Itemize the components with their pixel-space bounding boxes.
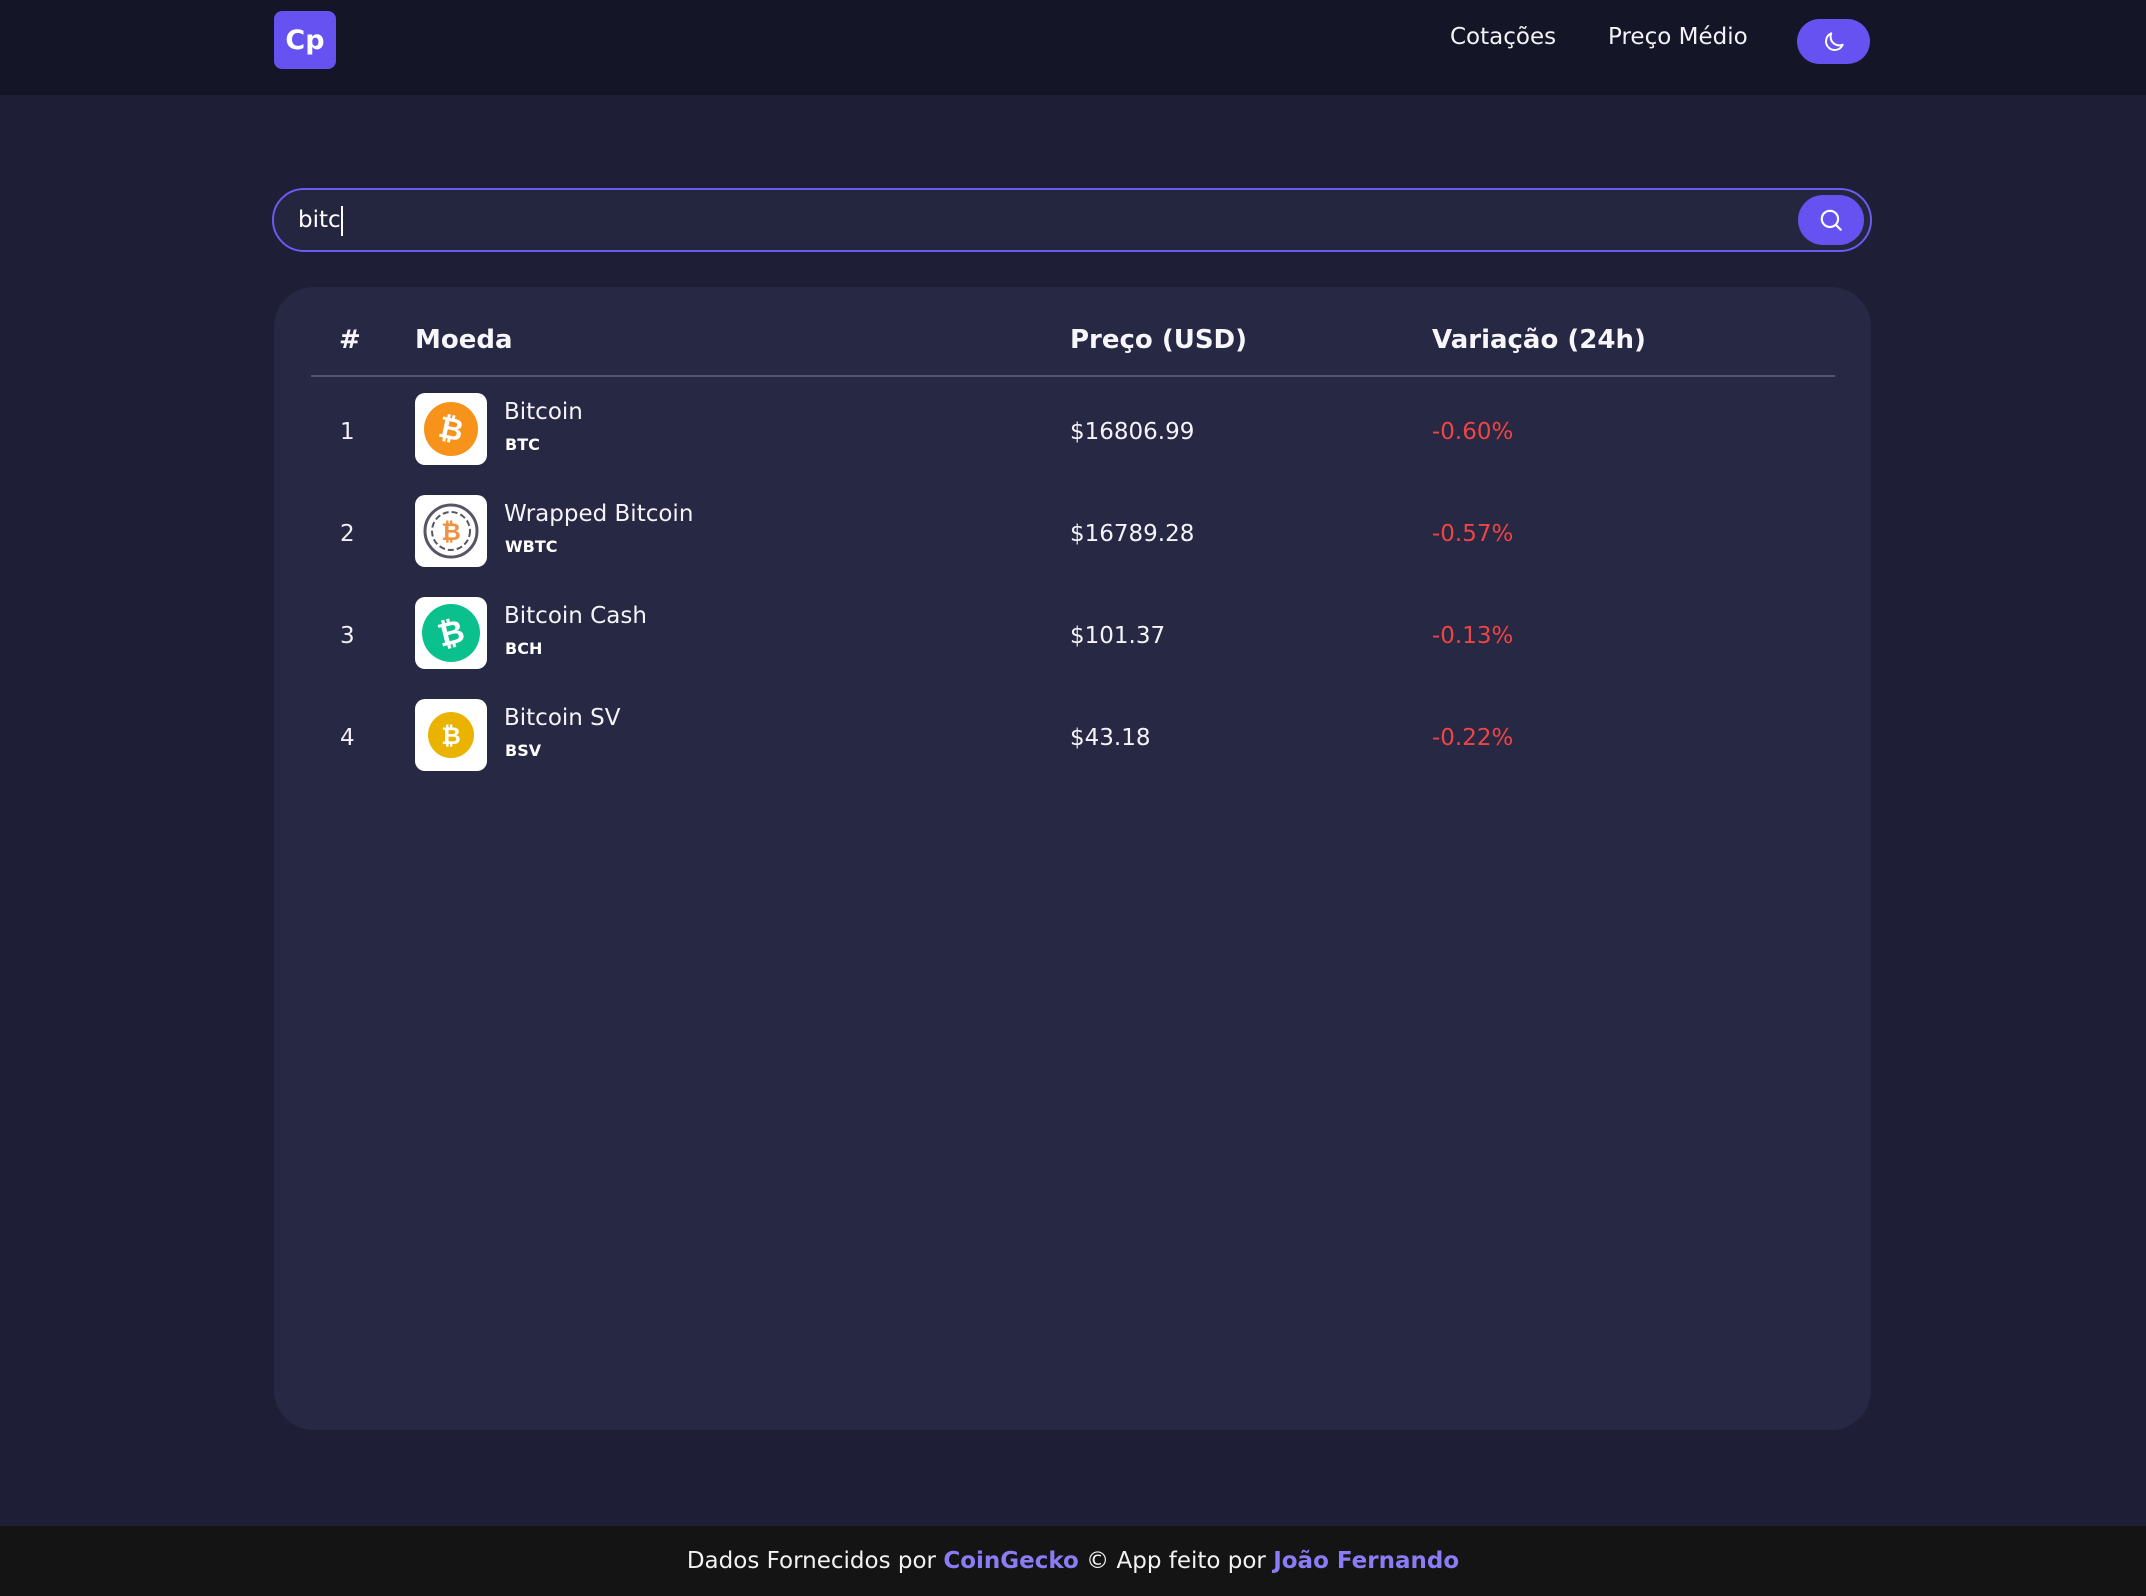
coin-change-24h: -0.13% (1432, 623, 1514, 649)
coin-symbol: BTC (505, 435, 540, 454)
coin-name: Bitcoin SV (504, 705, 621, 731)
column-header-rank: # (339, 325, 361, 355)
table-divider (311, 375, 1835, 377)
search-input[interactable] (298, 190, 1778, 250)
coins-table-card: # Moeda Preço (USD) Variação (24h) 1 ₿ B… (274, 287, 1871, 1430)
app-logo[interactable]: Cp (274, 11, 336, 69)
search-icon (1820, 209, 1842, 231)
bitcoin-icon: ₿ (415, 393, 487, 465)
coin-price: $43.18 (1070, 725, 1151, 751)
coin-price: $16789.28 (1070, 521, 1195, 547)
row-rank: 2 (340, 521, 355, 547)
column-header-coin[interactable]: Moeda (415, 325, 513, 355)
row-rank: 3 (340, 623, 355, 649)
row-rank: 4 (340, 725, 355, 751)
column-header-change[interactable]: Variação (24h) (1432, 325, 1646, 355)
table-row[interactable]: 1 ₿ Bitcoin BTC $16806.99 -0.60% (274, 393, 1871, 469)
footer-prefix: Dados Fornecidos por (686, 1548, 944, 1574)
svg-text:₿: ₿ (441, 722, 461, 750)
bitcoin-sv-icon: ₿ (415, 699, 487, 771)
search-bar (272, 188, 1872, 252)
search-button[interactable] (1798, 195, 1864, 245)
table-row[interactable]: 2 ₿ Wrapped Bitcoin WBTC $16789.28 -0.57… (274, 495, 1871, 571)
theme-toggle-button[interactable] (1797, 19, 1870, 64)
column-header-price[interactable]: Preço (USD) (1070, 325, 1247, 355)
wrapped-bitcoin-icon: ₿ (415, 495, 487, 567)
coin-name: Wrapped Bitcoin (504, 501, 694, 527)
coin-name: Bitcoin Cash (504, 603, 647, 629)
coin-price: $101.37 (1070, 623, 1166, 649)
top-navbar: Cp Cotações Preço Médio (0, 0, 2146, 95)
coingecko-link[interactable]: CoinGecko (943, 1548, 1079, 1574)
bitcoin-cash-icon: ₿ (415, 597, 487, 669)
nav-link-cotacoes[interactable]: Cotações (1450, 24, 1556, 50)
coin-change-24h: -0.22% (1432, 725, 1514, 751)
coin-symbol: WBTC (505, 537, 558, 556)
coin-name: Bitcoin (504, 399, 583, 425)
table-row[interactable]: 4 ₿ Bitcoin SV BSV $43.18 -0.22% (274, 699, 1871, 775)
table-row[interactable]: 3 ₿ Bitcoin Cash BCH $101.37 -0.13% (274, 597, 1871, 673)
coin-symbol: BSV (505, 741, 542, 760)
coin-price: $16806.99 (1070, 419, 1195, 445)
row-rank: 1 (340, 419, 355, 445)
footer-middle: © App feito por (1078, 1548, 1274, 1574)
coin-symbol: BCH (505, 639, 543, 658)
author-link[interactable]: João Fernando (1273, 1548, 1459, 1574)
footer: Dados Fornecidos por CoinGecko © App fei… (0, 1526, 2146, 1596)
svg-text:₿: ₿ (441, 518, 461, 546)
coin-change-24h: -0.60% (1432, 419, 1514, 445)
coin-change-24h: -0.57% (1432, 521, 1514, 547)
moon-icon (1824, 31, 1844, 51)
text-cursor (341, 206, 343, 236)
nav-link-preco-medio[interactable]: Preço Médio (1608, 24, 1748, 50)
